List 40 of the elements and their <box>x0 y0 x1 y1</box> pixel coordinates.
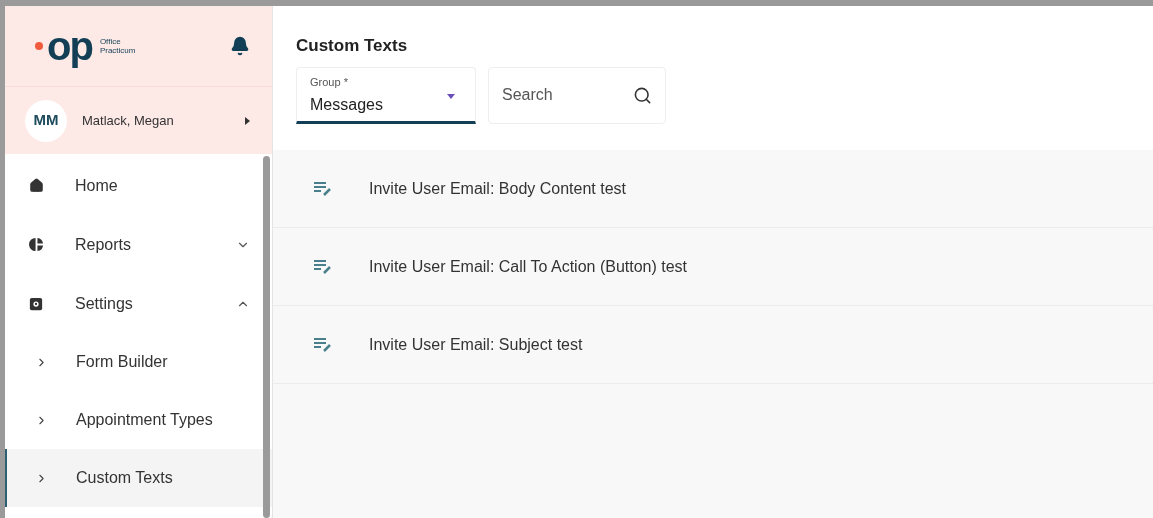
search-input[interactable]: Search <box>502 83 612 107</box>
nav-item[interactable]: Home <box>5 156 272 215</box>
custom-text-row[interactable]: Invite User Email: Subject test <box>273 306 1153 384</box>
search-field[interactable]: Search <box>488 66 666 124</box>
custom-text-row[interactable]: Invite User Email: Call To Action (Button) test <box>273 228 1153 306</box>
nav-label: Appointment Types <box>76 410 213 430</box>
nav-label: Settings <box>75 293 134 314</box>
nav-item[interactable]: Reports <box>5 215 272 274</box>
select-value: Messages <box>310 95 383 115</box>
group-select[interactable]: Group * Messages <box>296 66 476 124</box>
edit-list-icon <box>313 180 333 197</box>
pie-chart-icon <box>29 237 44 252</box>
custom-text-label: Invite User Email: Subject test <box>369 334 583 355</box>
dropdown-caret-icon <box>447 93 455 99</box>
nav-subitem[interactable]: Custom Texts <box>5 449 272 507</box>
nav-label: Reports <box>75 234 133 255</box>
select-label: Group * <box>310 74 349 90</box>
nav-label: Home <box>75 175 119 196</box>
nav-item[interactable]: Settings <box>5 274 272 333</box>
notification-bell-icon[interactable] <box>230 36 250 56</box>
home-icon <box>29 178 44 193</box>
edit-list-icon <box>313 258 333 275</box>
logo-text: Office Practicum <box>99 37 136 55</box>
custom-text-label: Invite User Email: Call To Action (Button) test <box>369 256 688 277</box>
edit-list-icon <box>313 336 333 353</box>
page-title: Custom Texts <box>296 35 409 57</box>
user-name: Matlack, Megan <box>82 111 175 130</box>
search-icon[interactable] <box>633 85 652 105</box>
logo-mark: op <box>47 26 92 66</box>
custom-text-label: Invite User Email: Body Content test <box>369 178 626 199</box>
user-avatar: MM <box>25 99 67 142</box>
nav-subitem[interactable]: Appointment Types <box>5 391 272 449</box>
settings-icon <box>29 296 43 311</box>
custom-text-row[interactable]: Invite User Email: Body Content test <box>273 150 1153 228</box>
nav-label: Custom Texts <box>76 468 173 488</box>
nav-label: Form Builder <box>76 352 168 372</box>
caret-right-icon <box>245 116 250 125</box>
user-menu[interactable]: MM Matlack, Megan <box>5 86 272 154</box>
nav-subitem[interactable]: Form Builder <box>5 333 272 391</box>
scrollbar-thumb[interactable] <box>263 156 270 518</box>
